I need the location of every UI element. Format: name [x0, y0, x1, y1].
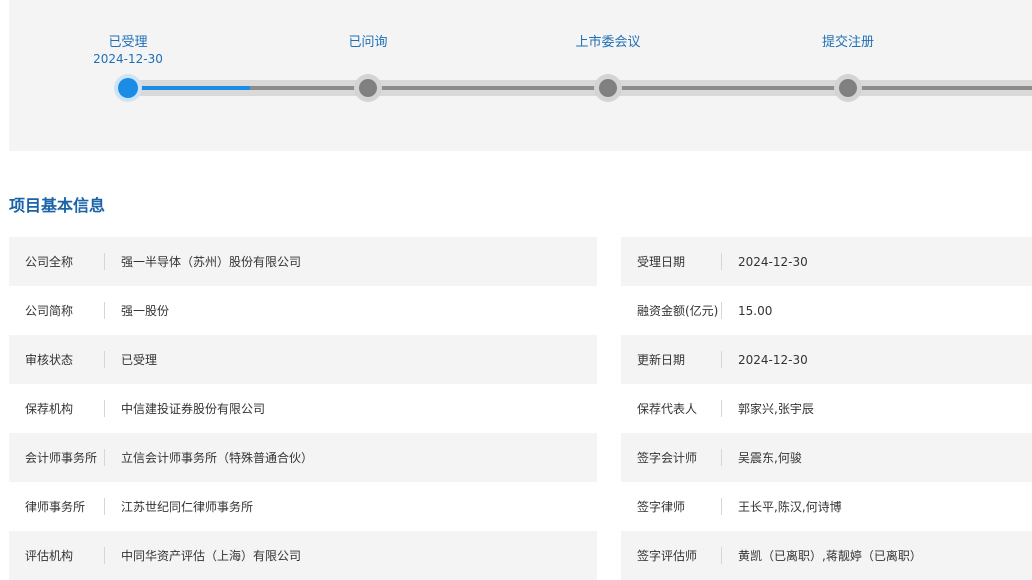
step-submit-registration: 提交注册: [768, 34, 928, 51]
field-value: 2024-12-30: [738, 254, 808, 269]
field-label: 签字会计师: [621, 433, 722, 482]
info-row-law-firm: 律师事务所 江苏世纪同仁律师事务所: [9, 482, 597, 531]
info-row-company-name: 公司全称 强一半导体（苏州）股份有限公司: [9, 237, 597, 286]
field-label: 公司简称: [9, 286, 105, 335]
field-label: 会计师事务所: [9, 433, 105, 482]
info-row-signing-accountants: 签字会计师 吴震东,何骏: [621, 433, 1032, 482]
step-date: 2024-12-30: [93, 52, 163, 66]
field-value: 郭家兴,张宇辰: [738, 402, 814, 416]
info-row-sponsor-reps: 保荐代表人 郭家兴,张宇辰: [621, 384, 1032, 433]
info-row-review-status: 审核状态 已受理: [9, 335, 597, 384]
field-value: 15.00: [738, 303, 773, 318]
info-row-appraisal-firm: 评估机构 中同华资产评估（上海）有限公司: [9, 531, 597, 580]
field-label: 审核状态: [9, 335, 105, 384]
field-label: 评估机构: [9, 531, 105, 580]
field-value: 强一半导体（苏州）股份有限公司: [121, 255, 302, 269]
step-node-inquired: [354, 74, 382, 102]
step-label: 已受理: [108, 35, 148, 50]
info-row-short-name: 公司简称 强一股份: [9, 286, 597, 335]
step-node-accepted: [114, 74, 142, 102]
field-value: 已受理: [121, 353, 158, 367]
field-label: 保荐机构: [9, 384, 105, 433]
info-row-financing-amount: 融资金额(亿元) 15.00: [621, 286, 1032, 335]
field-value: 立信会计师事务所（特殊普通合伙）: [121, 451, 314, 465]
field-label: 律师事务所: [9, 482, 105, 531]
info-row-signing-appraisers: 签字评估师 黄凯（已离职）,蒋靓婷（已离职）: [621, 531, 1032, 580]
field-label: 受理日期: [621, 237, 722, 286]
step-listing-committee: 上市委会议: [528, 34, 688, 51]
field-value: 中信建投证券股份有限公司: [121, 402, 266, 416]
field-value: 2024-12-30: [738, 352, 808, 367]
field-label: 签字评估师: [621, 531, 722, 580]
field-label: 融资金额(亿元): [621, 286, 722, 335]
progress-panel: [9, 0, 1032, 151]
step-node-listing-committee: [594, 74, 622, 102]
field-value: 江苏世纪同仁律师事务所: [121, 500, 254, 514]
progress-track: [128, 86, 1032, 90]
step-node-submit-registration: [834, 74, 862, 102]
field-value: 中同华资产评估（上海）有限公司: [121, 549, 302, 563]
step-accepted: 已受理 2024-12-30: [48, 34, 208, 67]
field-value: 黄凯（已离职）,蒋靓婷（已离职）: [738, 549, 922, 563]
info-row-signing-lawyers: 签字律师 王长平,陈汉,何诗博: [621, 482, 1032, 531]
info-row-accounting-firm: 会计师事务所 立信会计师事务所（特殊普通合伙）: [9, 433, 597, 482]
info-row-update-date: 更新日期 2024-12-30: [621, 335, 1032, 384]
step-label: 提交注册: [821, 35, 874, 50]
field-label: 签字律师: [621, 482, 722, 531]
progress-track-filled: [128, 86, 250, 90]
info-row-sponsor: 保荐机构 中信建投证券股份有限公司: [9, 384, 597, 433]
section-title: 项目基本信息: [9, 196, 106, 215]
field-value: 王长平,陈汉,何诗博: [738, 500, 842, 514]
step-label: 上市委会议: [575, 35, 641, 50]
step-inquired: 已问询: [288, 34, 448, 51]
field-label: 更新日期: [621, 335, 722, 384]
field-value: 强一股份: [121, 304, 170, 318]
field-label: 公司全称: [9, 237, 105, 286]
info-row-accept-date: 受理日期 2024-12-30: [621, 237, 1032, 286]
field-value: 吴震东,何骏: [738, 451, 802, 465]
step-label: 已问询: [348, 35, 388, 50]
field-label: 保荐代表人: [621, 384, 722, 433]
